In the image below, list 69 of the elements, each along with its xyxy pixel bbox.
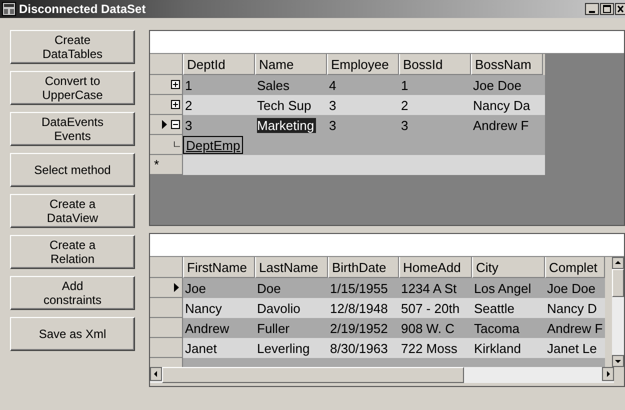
action-button[interactable]: Convert to UpperCase [10,71,135,105]
table-cell-text: Joe Doe [546,280,596,298]
table-cell-text: 722 Moss [400,340,458,358]
window-title: Disconnected DataSet [19,2,147,16]
action-button[interactable]: Create a DataView [10,194,135,228]
table-cell-text: 2/19/1952 [329,320,389,338]
table-cell-text: 1/15/1955 [329,280,389,298]
table-cell-text: Nancy D [546,300,598,318]
table-cell-text: 908 W. C [400,320,456,338]
expand-icon[interactable] [171,80,180,89]
table-cell-text: Andrew F [546,320,604,338]
table-cell-text: Kirkland [473,340,522,358]
scroll-left-icon[interactable] [150,367,162,381]
scroll-right-icon[interactable] [602,367,614,381]
table-cell-text: 2 [184,97,194,115]
row-header[interactable] [150,95,183,115]
scroll-thumb[interactable] [162,367,464,383]
table-cell-text: Nancy Da [472,97,532,115]
app-icon [2,2,16,16]
table-cell-text: 3 [400,117,410,135]
action-button[interactable]: Add constraints [10,276,135,310]
relation-link[interactable]: DeptEmp [183,136,244,154]
action-button[interactable]: DataEvents Events [10,112,135,146]
scroll-up-icon[interactable] [612,257,624,269]
row-header[interactable] [150,75,183,95]
table-cell-text: Janet Le [546,340,598,358]
table-cell-text: Andrew [184,320,230,338]
expand-icon[interactable] [171,120,180,129]
table-cell-text: 12/8/1948 [329,300,389,318]
table-cell-text: Doe [256,280,282,298]
table-cell-text: Fuller [256,320,291,338]
horizontal-scrollbar[interactable] [150,367,614,383]
table-cell-text: 1234 A St [400,280,458,298]
minimize-icon[interactable] [585,3,599,15]
table-cell-text: Andrew F [472,117,530,135]
table-cell-text: Janet [184,340,218,358]
new-row-marker: * [150,155,183,175]
table-cell-text: 4 [328,77,338,95]
action-button[interactable]: Create DataTables [10,30,135,64]
row-header[interactable] [150,278,183,298]
table-cell-text: Leverling [256,340,311,358]
table-cell-text: Tech Sup [256,97,312,115]
table-cell-text: Sales [256,77,291,95]
expand-icon[interactable] [171,100,180,109]
table-cell-text: 8/30/1963 [329,340,389,358]
table-cell-text: 3 [184,117,194,135]
action-button[interactable]: Create a Relation [10,235,135,269]
action-button[interactable]: Select method [10,153,135,187]
table-cell-text: 2 [400,97,410,115]
table-cell-text: Marketing [256,117,318,135]
table-cell-text: 507 - 20th [400,300,461,318]
table-cell-text: Seattle [473,300,516,318]
close-icon[interactable] [615,3,625,15]
table-cell-text: 3 [328,117,338,135]
action-button[interactable]: Save as Xml [10,317,135,351]
table-cell-text: 1 [184,77,194,95]
vertical-scrollbar[interactable] [612,257,624,367]
table-cell-text: Joe [184,280,207,298]
table-cell-text: Joe Doe [472,77,522,95]
table-cell-text: Nancy [184,300,223,318]
row-header[interactable] [150,115,183,135]
scroll-thumb[interactable] [612,269,624,297]
maximize-icon[interactable] [600,3,614,15]
table-cell-text: Tacoma [473,320,521,338]
table-cell-text: 3 [328,97,338,115]
table-cell-text: Los Angel [473,280,532,298]
table-cell-text: Davolio [256,300,302,318]
table-cell-text: 1 [400,77,410,95]
scroll-down-icon[interactable] [612,355,624,367]
